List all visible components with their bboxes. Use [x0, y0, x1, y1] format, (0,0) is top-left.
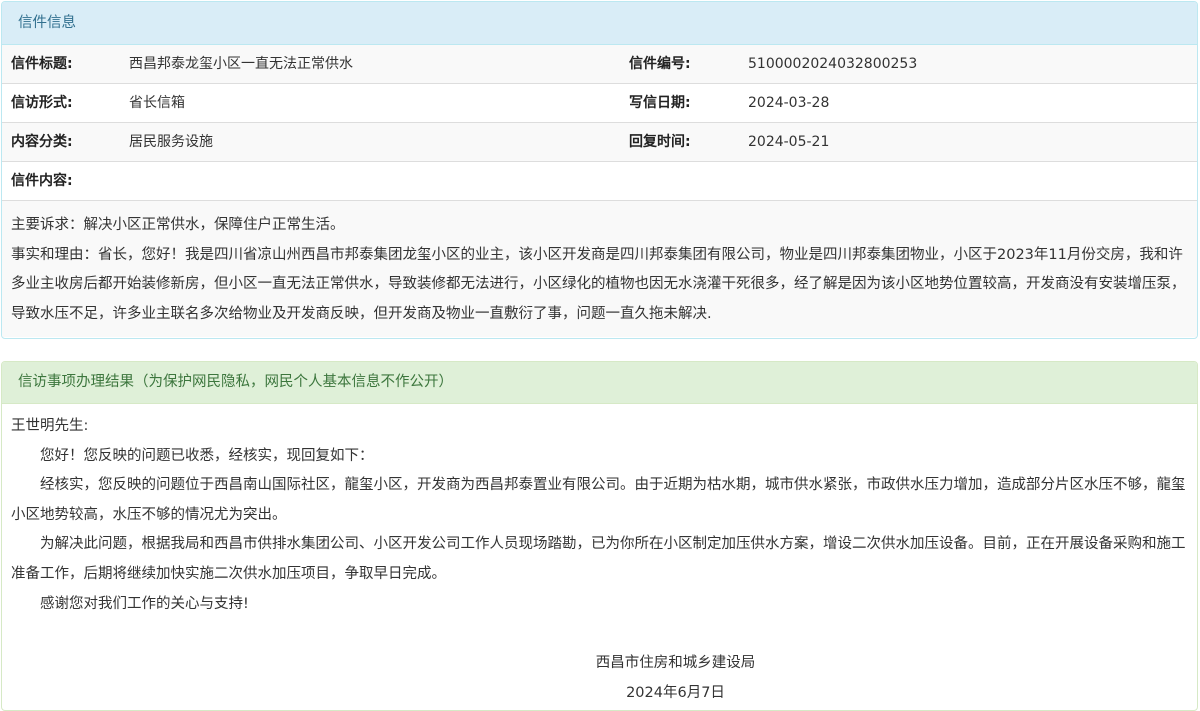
letter-info-heading: 信件信息 — [2, 2, 1197, 45]
reply-paragraph-2: 为解决此问题，根据我局和西昌市供排水集团公司、小区开发公司工作人员现场踏勘，已为… — [11, 536, 1186, 582]
letter-number-value: 5100002024032800253 — [748, 56, 918, 72]
reply-thanks: 感谢您对我们工作的关心与支持! — [40, 595, 249, 612]
info-row-form: 信访形式: 省长信箱 写信日期: 2024-03-28 — [2, 84, 1197, 123]
reply-time-label: 回复时间: — [629, 134, 691, 150]
letter-title-value: 西昌邦泰龙玺小区一直无法正常供水 — [129, 56, 353, 72]
reply-spacer — [11, 619, 1188, 649]
content-category-label: 内容分类: — [11, 134, 73, 150]
write-date-label: 写信日期: — [629, 95, 691, 111]
write-date-value: 2024-03-28 — [748, 95, 830, 111]
info-row-content: 信件内容: — [2, 162, 1197, 201]
main-appeal-text: 主要诉求：解决小区正常供水，保障住户正常生活。 — [11, 217, 345, 233]
info-row-title: 信件标题: 西昌邦泰龙玺小区一直无法正常供水 信件编号: 51000020240… — [2, 45, 1197, 84]
reply-signature: 西昌市住房和城乡建设局 — [595, 655, 756, 672]
letter-content-body: 主要诉求：解决小区正常供水，保障住户正常生活。 事实和理由：省长，您好！我是四川… — [2, 201, 1197, 337]
petition-form-value: 省长信箱 — [129, 95, 185, 111]
handling-result-heading: 信访事项办理结果（为保护网民隐私，网民个人基本信息不作公开） — [2, 362, 1197, 404]
letter-info-panel: 信件信息 信件标题: 西昌邦泰龙玺小区一直无法正常供水 信件编号: 510000… — [1, 1, 1198, 339]
reply-paragraph-1: 经核实，您反映的问题位于西昌南山国际社区，龍玺小区，开发商为西昌邦泰置业有限公司… — [11, 477, 1186, 523]
reply-time-value: 2024-05-21 — [748, 134, 830, 150]
content-category-value: 居民服务设施 — [129, 134, 213, 150]
letter-number-label: 信件编号: — [629, 56, 691, 72]
info-row-category: 内容分类: 居民服务设施 回复时间: 2024-05-21 — [2, 123, 1197, 162]
petition-form-label: 信访形式: — [11, 95, 73, 111]
reply-date: 2024年6月7日 — [626, 684, 725, 701]
reply-salutation: 王世明先生: — [11, 418, 89, 434]
reply-body: 王世明先生: 您好！您反映的问题已收悉，经核实，现回复如下： 经核实，您反映的问… — [2, 404, 1197, 708]
handling-result-panel: 信访事项办理结果（为保护网民隐私，网民个人基本信息不作公开） 王世明先生: 您好… — [1, 361, 1198, 711]
reply-greeting: 您好！您反映的问题已收悉，经核实，现回复如下： — [40, 447, 374, 464]
facts-reasons-text: 事实和理由：省长，您好！我是四川省凉山州西昌市邦泰集团龙玺小区的业主，该小区开发… — [11, 246, 1186, 322]
letter-content-label: 信件内容: — [11, 173, 73, 189]
letter-title-label: 信件标题: — [11, 56, 73, 72]
